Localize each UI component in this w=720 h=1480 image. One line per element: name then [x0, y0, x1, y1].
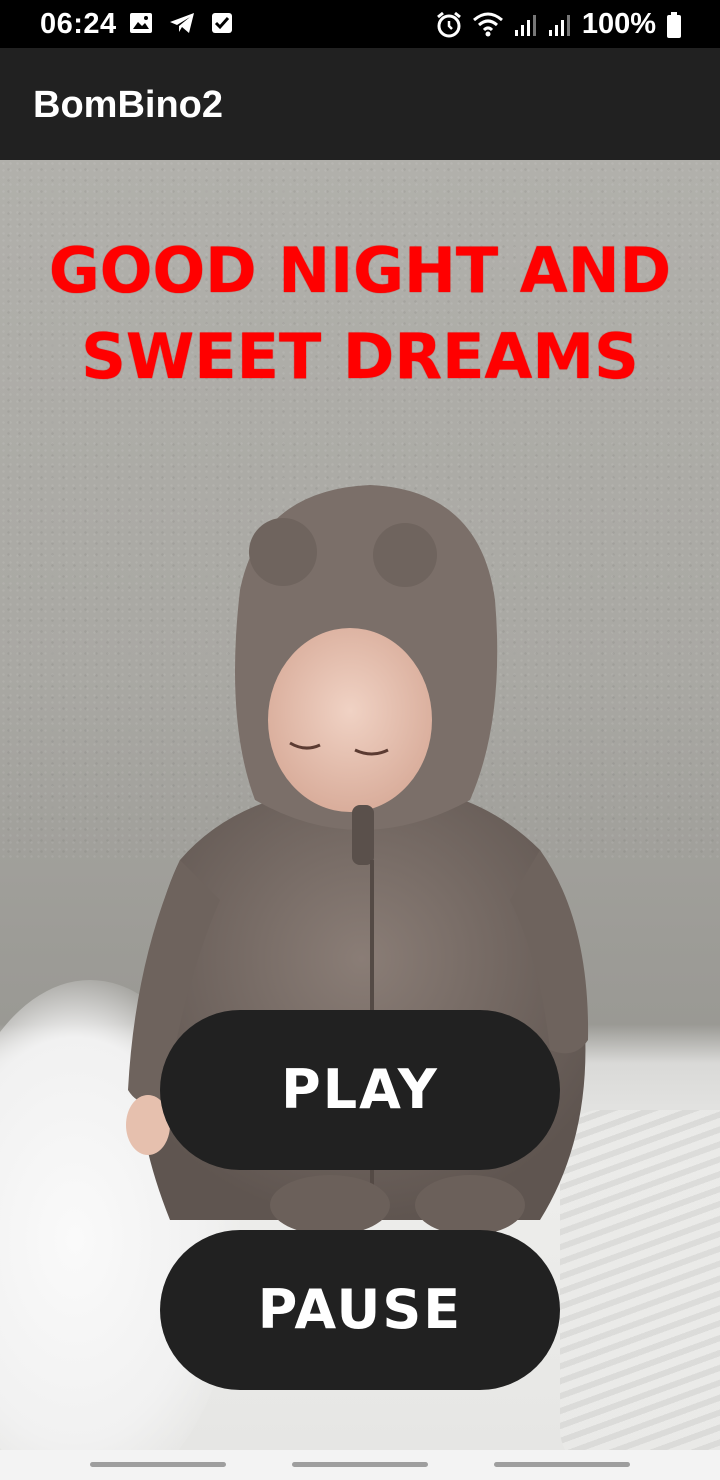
status-time: 06:24 — [40, 8, 117, 40]
image-icon — [128, 10, 154, 36]
alarm-icon — [436, 11, 462, 39]
signal-icon — [514, 12, 538, 38]
status-bar: 06:24 100% — [0, 0, 720, 48]
main-content: GOOD NIGHT AND SWEET DREAMS PLAY PAUSE — [0, 160, 720, 1450]
signal-icon — [548, 12, 572, 38]
navigation-bar — [0, 1450, 720, 1480]
headline-line-1: GOOD NIGHT AND — [48, 234, 672, 307]
pause-button[interactable]: PAUSE — [160, 1230, 560, 1390]
wifi-icon — [472, 12, 504, 38]
app-title: BomBino2 — [33, 84, 223, 126]
headline: GOOD NIGHT AND SWEET DREAMS — [0, 228, 720, 400]
nav-home-handle[interactable] — [292, 1462, 428, 1467]
play-button[interactable]: PLAY — [160, 1010, 560, 1170]
app-bar: BomBino2 — [0, 48, 720, 160]
nav-recent-handle[interactable] — [90, 1462, 226, 1467]
nav-back-handle[interactable] — [494, 1462, 630, 1467]
system-icons: 100% — [436, 8, 682, 41]
battery-percent: 100% — [581, 8, 656, 40]
checkbox-icon — [210, 10, 234, 36]
notification-icons — [128, 10, 234, 36]
headline-line-2: SWEET DREAMS — [81, 320, 639, 393]
battery-icon — [666, 11, 682, 39]
telegram-icon — [168, 10, 196, 36]
